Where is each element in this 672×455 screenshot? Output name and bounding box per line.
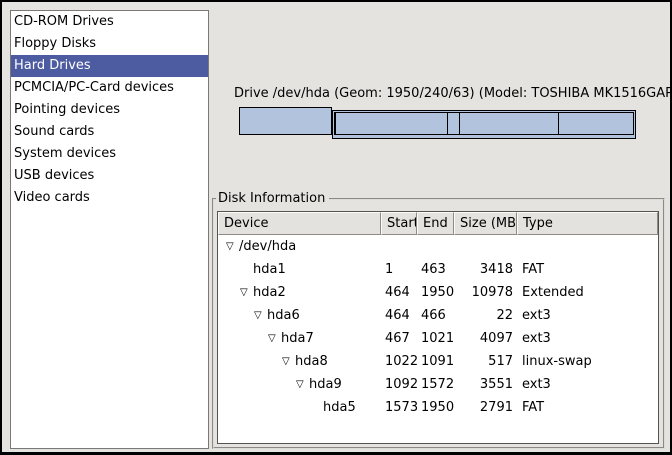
size-cell: 4097 bbox=[454, 327, 517, 350]
device-name: hda5 bbox=[323, 396, 356, 419]
size-cell: 2791 bbox=[454, 396, 517, 419]
end-cell: 1950 bbox=[417, 281, 454, 304]
column-header-type[interactable]: Type bbox=[517, 212, 658, 235]
column-header-end[interactable]: End bbox=[417, 212, 454, 235]
end-cell: 1572 bbox=[417, 373, 454, 396]
size-cell: 3551 bbox=[454, 373, 517, 396]
sidebar-item[interactable]: Hard Drives bbox=[11, 55, 208, 77]
disk-information-frame-label: Disk Information bbox=[216, 191, 329, 206]
logical-partition-strip bbox=[334, 112, 634, 135]
start-cell: 1022 bbox=[381, 350, 417, 373]
sidebar-item[interactable]: Sound cards bbox=[11, 121, 208, 143]
table-row-hda2[interactable]: ▽hda2464195010978Extended bbox=[218, 281, 658, 304]
sidebar-item[interactable]: Pointing devices bbox=[11, 99, 208, 121]
end-cell: 463 bbox=[417, 258, 454, 281]
expander-icon[interactable]: ▽ bbox=[240, 281, 253, 304]
table-row-hda8[interactable]: ▽hda810221091517linux-swap bbox=[218, 350, 658, 373]
table-row-hda7[interactable]: ▽hda746710214097ext3 bbox=[218, 327, 658, 350]
device-name: hda1 bbox=[253, 258, 286, 281]
device-name: hda7 bbox=[281, 327, 314, 350]
sidebar-item[interactable]: Floppy Disks bbox=[11, 33, 208, 55]
device-cell: ▽hda2 bbox=[218, 281, 381, 304]
end-cell: 1091 bbox=[417, 350, 454, 373]
end-cell: 1021 bbox=[417, 327, 454, 350]
device-cell: hda1 bbox=[218, 258, 381, 281]
start-cell: 464 bbox=[381, 281, 417, 304]
partition-bar bbox=[239, 107, 636, 140]
expander-icon[interactable]: ▽ bbox=[282, 350, 295, 373]
device-name: hda2 bbox=[253, 281, 286, 304]
sidebar-item[interactable]: CD-ROM Drives bbox=[11, 11, 208, 33]
device-cell: hda5 bbox=[218, 396, 381, 419]
device-name: hda6 bbox=[267, 304, 300, 327]
device-cell: ▽hda7 bbox=[218, 327, 381, 350]
sidebar-item[interactable]: System devices bbox=[11, 143, 208, 165]
end-cell: 466 bbox=[417, 304, 454, 327]
sidebar-item[interactable]: PCMCIA/PC-Card devices bbox=[11, 77, 208, 99]
type-cell: FAT bbox=[517, 396, 658, 419]
start-cell: 467 bbox=[381, 327, 417, 350]
type-cell: ext3 bbox=[517, 304, 658, 327]
device-name: hda8 bbox=[295, 350, 328, 373]
type-cell: linux-swap bbox=[517, 350, 658, 373]
partition-table[interactable]: DeviceStartEndSize (MB)Type ▽/dev/hdahda… bbox=[217, 211, 659, 444]
column-header-start[interactable]: Start bbox=[381, 212, 417, 235]
size-cell: 10978 bbox=[454, 281, 517, 304]
start-cell: 464 bbox=[381, 304, 417, 327]
partition-segment-hda9 bbox=[459, 112, 559, 135]
partition-segment-extended bbox=[332, 110, 636, 139]
size-cell: 3418 bbox=[454, 258, 517, 281]
device-cell: ▽/dev/hda bbox=[218, 235, 381, 258]
device-category-list[interactable]: CD-ROM DrivesFloppy DisksHard DrivesPCMC… bbox=[10, 10, 209, 449]
partition-segment-hda7 bbox=[335, 112, 448, 135]
column-header-device[interactable]: Device bbox=[218, 212, 381, 235]
type-cell: ext3 bbox=[517, 327, 658, 350]
size-cell bbox=[454, 235, 517, 258]
size-cell: 517 bbox=[454, 350, 517, 373]
start-cell: 1 bbox=[381, 258, 417, 281]
start-cell bbox=[381, 235, 417, 258]
device-name: hda9 bbox=[309, 373, 342, 396]
sidebar-item[interactable]: USB devices bbox=[11, 165, 208, 187]
start-cell: 1092 bbox=[381, 373, 417, 396]
table-row-hda6[interactable]: ▽hda646446622ext3 bbox=[218, 304, 658, 327]
hardware-browser-window: CD-ROM DrivesFloppy DisksHard DrivesPCMC… bbox=[0, 0, 672, 455]
partition-table-header: DeviceStartEndSize (MB)Type bbox=[218, 212, 658, 235]
sidebar-item[interactable]: Video cards bbox=[11, 187, 208, 209]
table-row-hda9[interactable]: ▽hda9109215723551ext3 bbox=[218, 373, 658, 396]
expander-icon[interactable]: ▽ bbox=[226, 235, 239, 258]
type-cell: Extended bbox=[517, 281, 658, 304]
size-cell: 22 bbox=[454, 304, 517, 327]
expander-icon[interactable]: ▽ bbox=[296, 373, 309, 396]
partition-table-body: ▽/dev/hdahda114633418FAT▽hda246419501097… bbox=[218, 235, 658, 419]
drive-description-label: Drive /dev/hda (Geom: 1950/240/63) (Mode… bbox=[234, 86, 672, 101]
type-cell: FAT bbox=[517, 258, 658, 281]
device-cell: ▽hda9 bbox=[218, 373, 381, 396]
expander-icon[interactable]: ▽ bbox=[268, 327, 281, 350]
end-cell: 1950 bbox=[417, 396, 454, 419]
expander-icon[interactable]: ▽ bbox=[254, 304, 267, 327]
device-cell: ▽hda8 bbox=[218, 350, 381, 373]
column-header-size-mb-[interactable]: Size (MB) bbox=[454, 212, 517, 235]
device-cell: ▽hda6 bbox=[218, 304, 381, 327]
partition-segment-hda1 bbox=[239, 107, 332, 135]
table-row-hda5[interactable]: hda5 157319502791FAT bbox=[218, 396, 658, 419]
type-cell bbox=[517, 235, 658, 258]
end-cell bbox=[417, 235, 454, 258]
table-row-hda1[interactable]: hda1 14633418FAT bbox=[218, 258, 658, 281]
start-cell: 1573 bbox=[381, 396, 417, 419]
device-name: /dev/hda bbox=[239, 235, 296, 258]
table-row--dev-hda[interactable]: ▽/dev/hda bbox=[218, 235, 658, 258]
type-cell: ext3 bbox=[517, 373, 658, 396]
partition-segment-hda5 bbox=[558, 112, 634, 135]
